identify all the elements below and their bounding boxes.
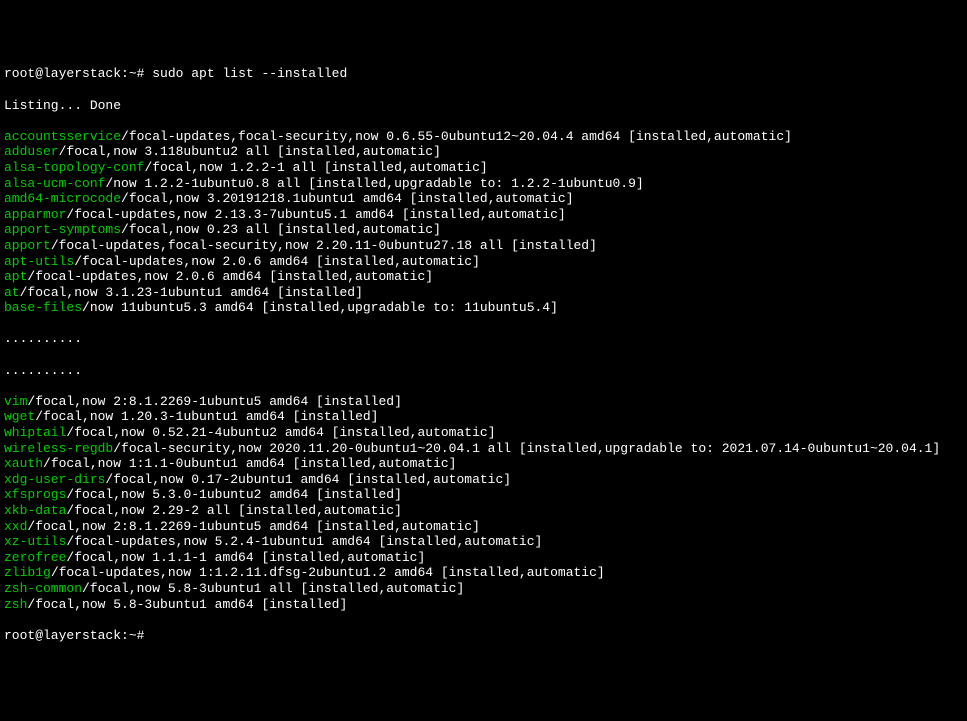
package-line: apparmor/focal-updates,now 2.13.3-7ubunt…	[4, 207, 963, 223]
package-line: at/focal,now 3.1.23-1ubuntu1 amd64 [inst…	[4, 285, 963, 301]
package-line: xfsprogs/focal,now 5.3.0-1ubuntu2 amd64 …	[4, 487, 963, 503]
package-line: xxd/focal,now 2:8.1.2269-1ubuntu5 amd64 …	[4, 519, 963, 535]
prompt-tilde: :~	[121, 66, 137, 81]
package-details: /focal,now 2:8.1.2269-1ubuntu5 amd64 [in…	[27, 519, 479, 534]
prompt-hash: #	[137, 66, 153, 81]
package-list-bottom: vim/focal,now 2:8.1.2269-1ubuntu5 amd64 …	[4, 394, 963, 612]
package-name: accountsservice	[4, 129, 121, 144]
package-line: wireless-regdb/focal-security,now 2020.1…	[4, 441, 963, 457]
ellipsis-line: ..........	[4, 331, 963, 347]
package-name: xz-utils	[4, 534, 66, 549]
package-name: whiptail	[4, 425, 66, 440]
prompt-hash: #	[137, 628, 145, 643]
package-line: apport/focal-updates,focal-security,now …	[4, 238, 963, 254]
package-name: alsa-ucm-conf	[4, 176, 105, 191]
package-details: /focal,now 5.8-3ubuntu1 amd64 [installed…	[27, 597, 347, 612]
package-name: zerofree	[4, 550, 66, 565]
package-details: /now 11ubuntu5.3 amd64 [installed,upgrad…	[82, 300, 558, 315]
prompt-user-host: root@layerstack	[4, 628, 121, 643]
package-details: /focal-security,now 2020.11.20-0ubuntu1~…	[113, 441, 940, 456]
package-name: wireless-regdb	[4, 441, 113, 456]
package-line: xdg-user-dirs/focal,now 0.17-2ubuntu1 am…	[4, 472, 963, 488]
package-name: alsa-topology-conf	[4, 160, 144, 175]
prompt-line-1[interactable]: root@layerstack:~# sudo apt list --insta…	[4, 66, 963, 82]
package-line: zlib1g/focal-updates,now 1:1.2.11.dfsg-2…	[4, 565, 963, 581]
package-details: /now 1.2.2-1ubuntu0.8 all [installed,upg…	[105, 176, 643, 191]
package-details: /focal,now 2.29-2 all [installed,automat…	[66, 503, 401, 518]
package-line: vim/focal,now 2:8.1.2269-1ubuntu5 amd64 …	[4, 394, 963, 410]
package-line: apt-utils/focal-updates,now 2.0.6 amd64 …	[4, 254, 963, 270]
package-name: wget	[4, 409, 35, 424]
package-details: /focal,now 3.1.23-1ubuntu1 amd64 [instal…	[20, 285, 363, 300]
package-name: apt	[4, 269, 27, 284]
package-line: xkb-data/focal,now 2.29-2 all [installed…	[4, 503, 963, 519]
package-name: xfsprogs	[4, 487, 66, 502]
prompt-tilde: :~	[121, 628, 137, 643]
package-name: apport-symptoms	[4, 222, 121, 237]
package-name: base-files	[4, 300, 82, 315]
package-line: xz-utils/focal-updates,now 5.2.4-1ubuntu…	[4, 534, 963, 550]
package-details: /focal-updates,now 2.0.6 amd64 [installe…	[27, 269, 433, 284]
package-details: /focal,now 0.23 all [installed,automatic…	[121, 222, 441, 237]
package-line: zsh-common/focal,now 5.8-3ubuntu1 all [i…	[4, 581, 963, 597]
package-name: xxd	[4, 519, 27, 534]
package-details: /focal,now 2:8.1.2269-1ubuntu5 amd64 [in…	[27, 394, 401, 409]
command-text: sudo apt list --installed	[152, 66, 347, 81]
package-details: /focal-updates,focal-security,now 0.6.55…	[121, 129, 792, 144]
package-name: xauth	[4, 456, 43, 471]
package-name: zlib1g	[4, 565, 51, 580]
package-name: zsh	[4, 597, 27, 612]
listing-status: Listing... Done	[4, 98, 963, 114]
package-name: zsh-common	[4, 581, 82, 596]
package-name: at	[4, 285, 20, 300]
prompt-user-host: root@layerstack	[4, 66, 121, 81]
package-details: /focal,now 5.8-3ubuntu1 all [installed,a…	[82, 581, 464, 596]
package-line: zerofree/focal,now 1.1.1-1 amd64 [instal…	[4, 550, 963, 566]
package-name: amd64-microcode	[4, 191, 121, 206]
ellipsis-line: ..........	[4, 363, 963, 379]
package-name: adduser	[4, 144, 59, 159]
package-line: apport-symptoms/focal,now 0.23 all [inst…	[4, 222, 963, 238]
package-details: /focal,now 5.3.0-1ubuntu2 amd64 [install…	[66, 487, 401, 502]
package-details: /focal-updates,now 1:1.2.11.dfsg-2ubuntu…	[51, 565, 605, 580]
package-line: accountsservice/focal-updates,focal-secu…	[4, 129, 963, 145]
package-name: xdg-user-dirs	[4, 472, 105, 487]
package-details: /focal,now 1.2.2-1 all [installed,automa…	[144, 160, 487, 175]
package-line: zsh/focal,now 5.8-3ubuntu1 amd64 [instal…	[4, 597, 963, 613]
prompt-line-2[interactable]: root@layerstack:~#	[4, 628, 963, 644]
package-details: /focal,now 3.20191218.1ubuntu1 amd64 [in…	[121, 191, 573, 206]
package-name: xkb-data	[4, 503, 66, 518]
package-line: xauth/focal,now 1:1.1-0ubuntu1 amd64 [in…	[4, 456, 963, 472]
package-line: adduser/focal,now 3.118ubuntu2 all [inst…	[4, 144, 963, 160]
package-line: wget/focal,now 1.20.3-1ubuntu1 amd64 [in…	[4, 409, 963, 425]
package-line: base-files/now 11ubuntu5.3 amd64 [instal…	[4, 300, 963, 316]
package-line: whiptail/focal,now 0.52.21-4ubuntu2 amd6…	[4, 425, 963, 441]
package-details: /focal,now 1.20.3-1ubuntu1 amd64 [instal…	[35, 409, 378, 424]
package-line: amd64-microcode/focal,now 3.20191218.1ub…	[4, 191, 963, 207]
package-details: /focal-updates,now 5.2.4-1ubuntu1 amd64 …	[66, 534, 542, 549]
package-details: /focal,now 0.52.21-4ubuntu2 amd64 [insta…	[66, 425, 495, 440]
package-details: /focal-updates,now 2.13.3-7ubuntu5.1 amd…	[66, 207, 565, 222]
package-details: /focal,now 3.118ubuntu2 all [installed,a…	[59, 144, 441, 159]
package-name: apt-utils	[4, 254, 74, 269]
package-details: /focal,now 1:1.1-0ubuntu1 amd64 [install…	[43, 456, 456, 471]
package-details: /focal,now 0.17-2ubuntu1 amd64 [installe…	[105, 472, 511, 487]
package-line: alsa-topology-conf/focal,now 1.2.2-1 all…	[4, 160, 963, 176]
package-name: vim	[4, 394, 27, 409]
package-list-top: accountsservice/focal-updates,focal-secu…	[4, 129, 963, 316]
package-details: /focal-updates,focal-security,now 2.20.1…	[51, 238, 597, 253]
package-name: apparmor	[4, 207, 66, 222]
package-line: alsa-ucm-conf/now 1.2.2-1ubuntu0.8 all […	[4, 176, 963, 192]
package-name: apport	[4, 238, 51, 253]
package-line: apt/focal-updates,now 2.0.6 amd64 [insta…	[4, 269, 963, 285]
package-details: /focal-updates,now 2.0.6 amd64 [installe…	[74, 254, 480, 269]
package-details: /focal,now 1.1.1-1 amd64 [installed,auto…	[66, 550, 425, 565]
